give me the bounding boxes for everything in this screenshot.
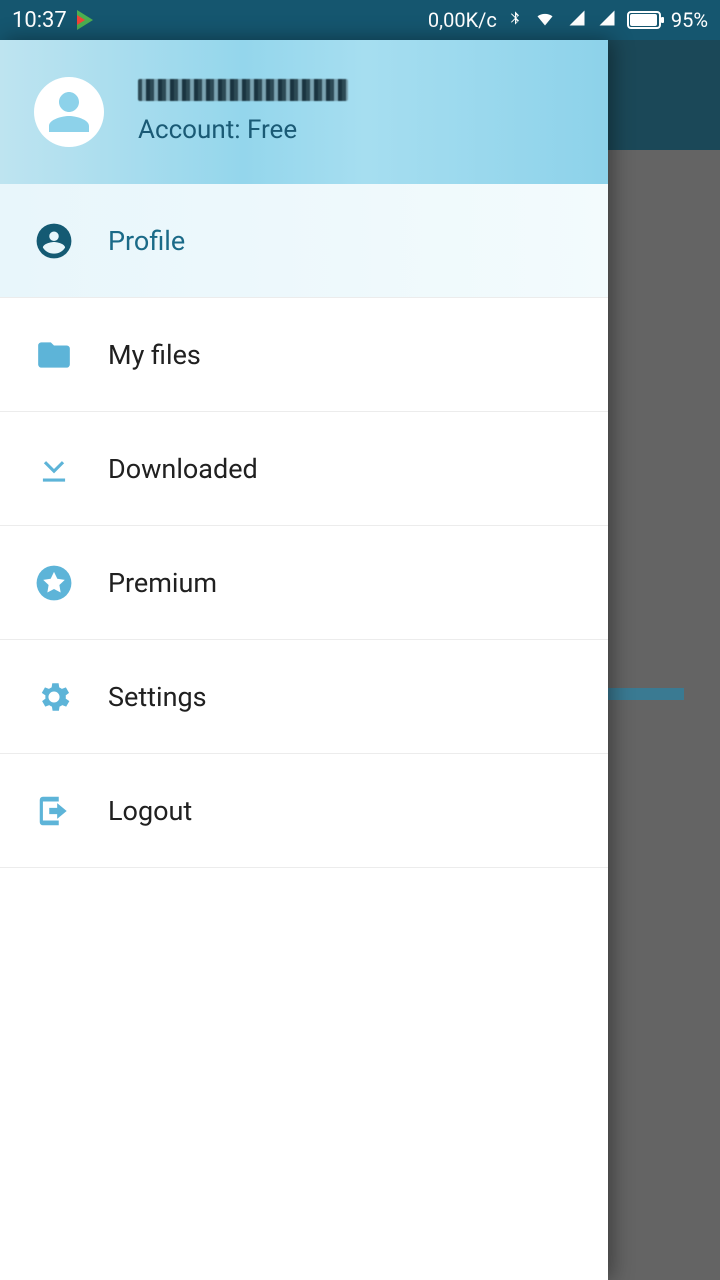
- folder-icon: [34, 335, 74, 375]
- menu-label: Settings: [108, 681, 207, 713]
- menu-item-logout[interactable]: Logout: [0, 754, 608, 868]
- logout-icon: [34, 791, 74, 831]
- menu-label: Logout: [108, 795, 192, 827]
- user-name-redacted: [138, 79, 348, 101]
- signal-icon-2: [597, 8, 617, 32]
- battery-pct: 95%: [671, 8, 708, 32]
- header-text: Account: Free: [138, 79, 348, 145]
- signal-icon-1: [567, 8, 587, 32]
- menu-item-my-files[interactable]: My files: [0, 298, 608, 412]
- status-right: 0,00K/c 95%: [428, 7, 708, 34]
- account-line: Account: Free: [138, 115, 348, 145]
- status-time: 10:37: [12, 8, 67, 33]
- menu-item-profile[interactable]: Profile: [0, 184, 608, 298]
- navigation-drawer: Account: Free Profile My files Downloade…: [0, 40, 608, 1280]
- avatar: [34, 77, 104, 147]
- menu-label: Profile: [108, 225, 185, 257]
- gear-icon: [34, 677, 74, 717]
- profile-icon: [34, 221, 74, 261]
- data-rate: 0,00K/c: [428, 8, 497, 32]
- menu-label: Downloaded: [108, 453, 258, 485]
- menu-item-premium[interactable]: Premium: [0, 526, 608, 640]
- download-icon: [34, 449, 74, 489]
- battery-icon: [627, 11, 661, 29]
- drawer-header[interactable]: Account: Free: [0, 40, 608, 184]
- wifi-icon: [533, 8, 557, 33]
- person-icon: [45, 88, 93, 136]
- bluetooth-icon: [507, 7, 523, 34]
- menu-label: Premium: [108, 567, 217, 599]
- star-icon: [34, 563, 74, 603]
- menu-item-downloaded[interactable]: Downloaded: [0, 412, 608, 526]
- status-bar: 10:37 0,00K/c 95%: [0, 0, 720, 40]
- play-store-icon: [77, 10, 93, 30]
- menu-item-settings[interactable]: Settings: [0, 640, 608, 754]
- background-strip: [608, 688, 684, 700]
- menu-label: My files: [108, 339, 201, 371]
- status-left: 10:37: [12, 8, 93, 33]
